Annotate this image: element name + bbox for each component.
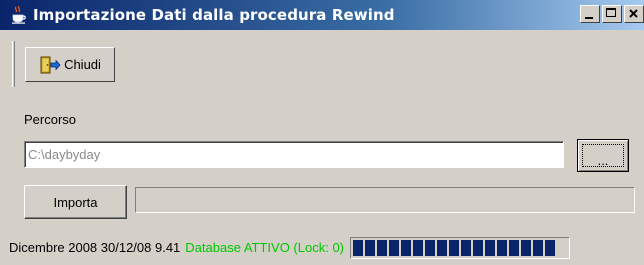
db-activity-block xyxy=(509,239,520,256)
status-bar: Dicembre 2008 30/12/08 9.41 Database ATT… xyxy=(0,230,644,265)
db-activity-block xyxy=(413,239,424,256)
title-bar[interactable]: Importazione Dati dalla procedura Rewind xyxy=(0,0,644,30)
db-activity-block xyxy=(389,239,400,256)
db-activity-block xyxy=(353,239,364,256)
db-activity-block xyxy=(473,239,484,256)
db-activity-block xyxy=(437,239,448,256)
browse-button[interactable]: ... xyxy=(577,139,629,172)
db-activity-block xyxy=(461,239,472,256)
close-icon xyxy=(629,9,638,18)
db-activity-meter xyxy=(350,236,571,259)
toolbar-grip[interactable] xyxy=(12,41,15,87)
import-button[interactable]: Importa xyxy=(24,185,127,219)
db-activity-block xyxy=(365,239,376,256)
db-activity-block xyxy=(377,239,388,256)
path-label: Percorso xyxy=(24,112,77,127)
browse-label: ... xyxy=(597,153,609,168)
db-activity-block xyxy=(401,239,412,256)
db-activity-block xyxy=(497,239,508,256)
maximize-button[interactable] xyxy=(602,5,622,23)
close-app-button[interactable]: Chiudi xyxy=(25,47,115,82)
close-button[interactable] xyxy=(624,5,644,23)
minimize-button[interactable] xyxy=(580,5,600,23)
db-activity-block xyxy=(485,239,496,256)
java-cup-icon[interactable] xyxy=(10,6,28,24)
minimize-icon xyxy=(585,17,593,19)
db-activity-block xyxy=(533,239,544,256)
db-activity-block xyxy=(425,239,436,256)
db-status: Database ATTIVO (Lock: 0) xyxy=(185,240,345,255)
exit-door-icon xyxy=(40,56,61,73)
window-title: Importazione Dati dalla procedura Rewind xyxy=(33,6,395,24)
import-label: Importa xyxy=(53,194,98,210)
import-progress-bar xyxy=(135,187,635,213)
path-input[interactable] xyxy=(24,141,564,168)
db-activity-block xyxy=(449,239,460,256)
close-app-label: Chiudi xyxy=(64,57,101,72)
status-date: Dicembre 2008 30/12/08 9.41 xyxy=(9,240,181,255)
db-activity-block xyxy=(545,239,556,256)
db-activity-block xyxy=(521,239,532,256)
maximize-icon xyxy=(606,8,616,17)
